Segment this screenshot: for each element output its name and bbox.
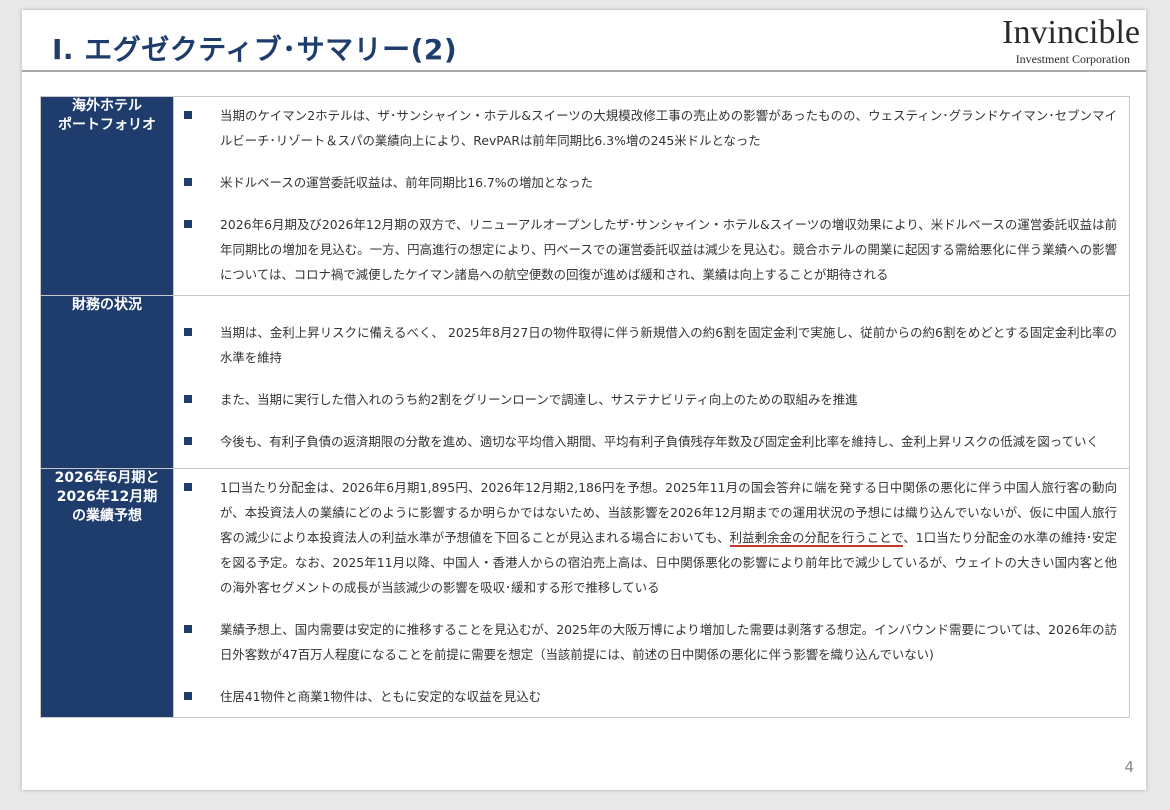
bullet-text: 米ドルベースの運営委託収益は、前年同期比16.7%の増加となった [220, 175, 593, 190]
bullet-text: 2026年6月期及び2026年12月期の双方で、リニューアルオープンしたザ･サン… [220, 217, 1117, 282]
list-item: 当期は、金利上昇リスクに備えるべく、 2025年8月27日の物件取得に伴う新規借… [184, 320, 1117, 370]
logo-name: Invincible [1002, 14, 1140, 51]
list-item: 住居41物件と商業1物件は、ともに安定的な収益を見込む [184, 684, 1117, 709]
section-label-earnings-forecast: 2026年6月期と 2026年12月期 の業績予想 [40, 468, 174, 718]
bullet-square-icon [184, 483, 192, 491]
company-logo: Invincible Investment Corporation [1002, 14, 1140, 67]
page-title: Ⅰ. エグゼクティブ･サマリー(2) [52, 33, 458, 66]
list-item: 当期のケイマン2ホテルは、ザ･サンシャイン・ホテル&スイーツの大規模改修工事の売… [184, 103, 1117, 153]
section-content-overseas-hotels: 当期のケイマン2ホテルは、ザ･サンシャイン・ホテル&スイーツの大規模改修工事の売… [173, 96, 1130, 296]
page-number: 4 [1124, 758, 1134, 776]
list-item: 2026年6月期及び2026年12月期の双方で、リニューアルオープンしたザ･サン… [184, 212, 1117, 287]
bullet-text: 当期のケイマン2ホテルは、ザ･サンシャイン・ホテル&スイーツの大規模改修工事の売… [220, 108, 1117, 148]
list-item: 今後も、有利子負債の返済期限の分散を進め、適切な平均借入期間、平均有利子負債残存… [184, 429, 1117, 454]
slide: Ⅰ. エグゼクティブ･サマリー(2) Invincible Investment… [22, 10, 1146, 790]
bullet-text: 1口当たり分配金は、2026年6月期1,895円、2026年12月期2,186円… [220, 475, 1117, 600]
list-item: 業績予想上、国内需要は安定的に推移することを見込むが、2025年の大阪万博により… [184, 617, 1117, 667]
bullet-square-icon [184, 692, 192, 700]
list-item: 1口当たり分配金は、2026年6月期1,895円、2026年12月期2,186円… [184, 475, 1117, 600]
bullet-square-icon [184, 178, 192, 186]
bullet-text: また、当期に実行した借入れのうち約2割をグリーンローンで調達し、サステナビリティ… [220, 392, 858, 407]
section-label-financial-status: 財務の状況 [40, 295, 174, 469]
bullet-text: 住居41物件と商業1物件は、ともに安定的な収益を見込む [220, 689, 542, 704]
bullet-square-icon [184, 395, 192, 403]
bullet-text: 業績予想上、国内需要は安定的に推移することを見込むが、2025年の大阪万博により… [220, 622, 1117, 662]
bullet-square-icon [184, 111, 192, 119]
bullet-text: 当期は、金利上昇リスクに備えるべく、 2025年8月27日の物件取得に伴う新規借… [220, 325, 1117, 365]
bullet-text: 今後も、有利子負債の返済期限の分散を進め、適切な平均借入期間、平均有利子負債残存… [220, 434, 1099, 449]
underlined-highlight: 利益剰余金の分配を行うことで [729, 530, 904, 547]
section-row-overseas-hotels: 海外ホテル ポートフォリオ 当期のケイマン2ホテルは、ザ･サンシャイン・ホテル&… [40, 96, 1130, 296]
list-item: また、当期に実行した借入れのうち約2割をグリーンローンで調達し、サステナビリティ… [184, 387, 1117, 412]
bullet-square-icon [184, 328, 192, 336]
summary-table: 海外ホテル ポートフォリオ 当期のケイマン2ホテルは、ザ･サンシャイン・ホテル&… [40, 96, 1130, 718]
section-row-financial-status: 財務の状況 当期は、金利上昇リスクに備えるべく、 2025年8月27日の物件取得… [40, 295, 1130, 469]
bullet-square-icon [184, 625, 192, 633]
bullet-square-icon [184, 437, 192, 445]
section-content-earnings-forecast: 1口当たり分配金は、2026年6月期1,895円、2026年12月期2,186円… [173, 468, 1130, 718]
section-label-overseas-hotels: 海外ホテル ポートフォリオ [40, 96, 174, 296]
list-item: 米ドルベースの運営委託収益は、前年同期比16.7%の増加となった [184, 170, 1117, 195]
logo-subtitle: Investment Corporation [1015, 52, 1130, 66]
section-row-earnings-forecast: 2026年6月期と 2026年12月期 の業績予想 1口当たり分配金は、2026… [40, 468, 1130, 718]
title-divider [22, 70, 1146, 72]
section-content-financial-status: 当期は、金利上昇リスクに備えるべく、 2025年8月27日の物件取得に伴う新規借… [173, 295, 1130, 469]
bullet-square-icon [184, 220, 192, 228]
